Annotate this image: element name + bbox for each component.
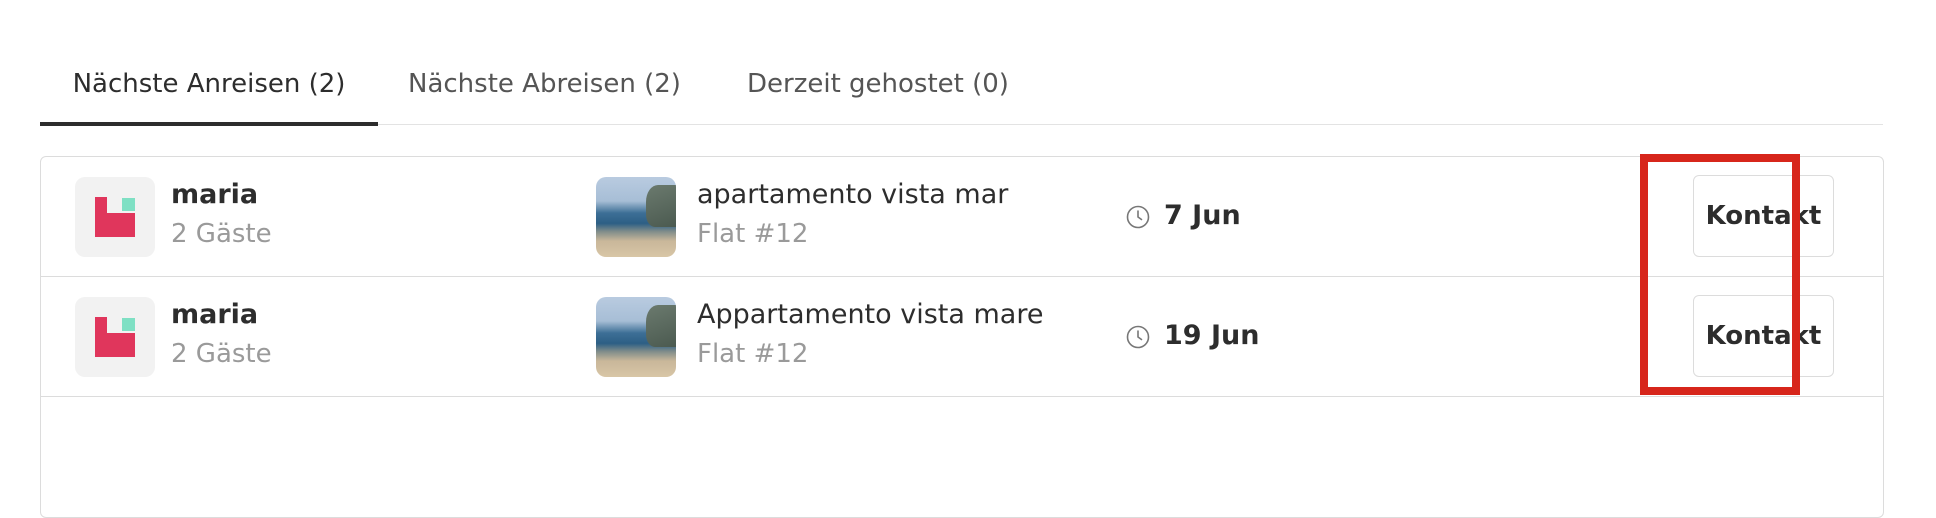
guest-avatar-icon: [75, 177, 155, 257]
guest-avatar-icon: [75, 297, 155, 377]
arrival-date: 7 Jun: [1164, 200, 1241, 231]
listing-unit: Flat #12: [697, 219, 809, 249]
reservation-row: maria 2 Gäste Appartamento vista mare Fl…: [41, 277, 1883, 397]
listing-thumbnail: [596, 297, 676, 377]
reservation-row: maria 2 Gäste apartamento vista mar Flat…: [41, 157, 1883, 277]
contact-button[interactable]: Kontakt: [1693, 295, 1834, 377]
guest-count: 2 Gäste: [171, 219, 272, 249]
guest-name: maria: [171, 299, 259, 330]
tab-currently-hosting[interactable]: Derzeit gehostet (0): [747, 60, 1009, 124]
listing-thumbnail: [596, 177, 676, 257]
tab-upcoming-departures[interactable]: Nächste Abreisen (2): [408, 60, 681, 124]
clock-icon: [1126, 205, 1150, 229]
guest-count: 2 Gäste: [171, 339, 272, 369]
listing-unit: Flat #12: [697, 339, 809, 369]
reservations-list: maria 2 Gäste apartamento vista mar Flat…: [40, 156, 1884, 518]
listing-title: apartamento vista mar: [697, 179, 1009, 210]
reservation-tabs: Nächste Anreisen (2) Nächste Abreisen (2…: [40, 60, 1883, 126]
tab-upcoming-arrivals[interactable]: Nächste Anreisen (2): [40, 60, 378, 126]
guest-name: maria: [171, 179, 259, 210]
clock-icon: [1126, 325, 1150, 349]
listing-title: Appartamento vista mare: [697, 299, 1044, 330]
arrival-date: 19 Jun: [1164, 320, 1260, 351]
contact-button[interactable]: Kontakt: [1693, 175, 1834, 257]
